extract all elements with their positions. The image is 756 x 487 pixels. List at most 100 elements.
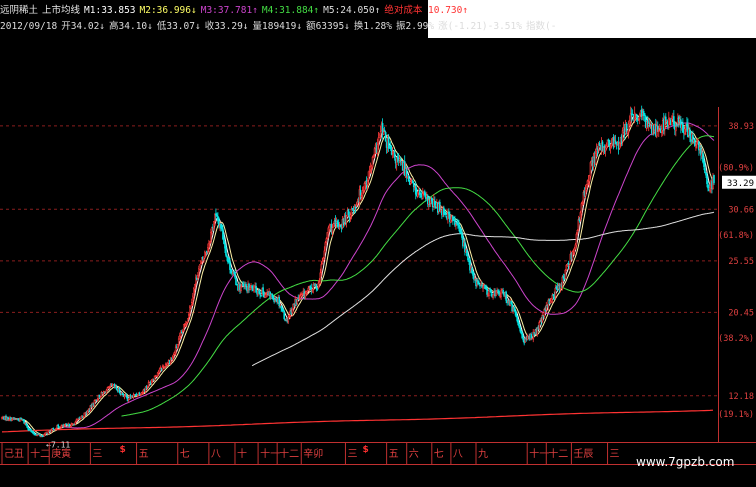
candle[interactable] bbox=[518, 322, 520, 329]
candle[interactable] bbox=[568, 264, 571, 270]
candle[interactable] bbox=[205, 252, 207, 257]
candle[interactable] bbox=[576, 229, 579, 236]
candle[interactable] bbox=[199, 264, 201, 271]
candle[interactable] bbox=[291, 308, 294, 317]
candle[interactable] bbox=[317, 280, 320, 290]
candle[interactable] bbox=[163, 366, 166, 370]
candle[interactable] bbox=[696, 137, 698, 149]
candle[interactable] bbox=[421, 187, 424, 200]
candle[interactable] bbox=[301, 293, 304, 298]
candle[interactable] bbox=[498, 289, 500, 297]
candle[interactable] bbox=[371, 155, 374, 169]
candle[interactable] bbox=[629, 106, 632, 128]
candle[interactable] bbox=[387, 133, 390, 152]
candle[interactable] bbox=[113, 383, 116, 389]
candle[interactable] bbox=[517, 319, 519, 326]
candle[interactable] bbox=[147, 380, 150, 387]
candle[interactable] bbox=[260, 294, 262, 298]
candle[interactable] bbox=[647, 117, 650, 132]
candle[interactable] bbox=[361, 186, 364, 200]
candle[interactable] bbox=[334, 215, 337, 228]
candle[interactable] bbox=[118, 387, 121, 394]
candle[interactable] bbox=[186, 318, 189, 324]
candle[interactable] bbox=[554, 284, 557, 300]
candle[interactable] bbox=[462, 235, 464, 249]
candle[interactable] bbox=[545, 301, 548, 313]
candle[interactable] bbox=[552, 293, 555, 300]
candle[interactable] bbox=[598, 140, 601, 146]
candle[interactable] bbox=[182, 324, 185, 332]
candle[interactable] bbox=[383, 126, 386, 132]
candle[interactable] bbox=[447, 208, 449, 224]
candle[interactable] bbox=[478, 280, 480, 285]
candle[interactable] bbox=[115, 384, 118, 391]
candle[interactable] bbox=[215, 208, 217, 220]
candle[interactable] bbox=[405, 166, 408, 182]
candle[interactable] bbox=[694, 137, 696, 147]
candle[interactable] bbox=[390, 144, 393, 156]
candle[interactable] bbox=[282, 308, 284, 312]
candle[interactable] bbox=[521, 331, 523, 339]
candle[interactable] bbox=[564, 269, 567, 280]
candle[interactable] bbox=[311, 288, 314, 293]
candle[interactable] bbox=[675, 121, 677, 137]
candle[interactable] bbox=[541, 311, 544, 323]
candle[interactable] bbox=[176, 344, 179, 350]
candle[interactable] bbox=[358, 185, 361, 207]
candle[interactable] bbox=[682, 118, 684, 133]
candle[interactable] bbox=[225, 244, 227, 258]
candle[interactable] bbox=[223, 234, 225, 245]
candle[interactable] bbox=[664, 113, 667, 125]
candle[interactable] bbox=[414, 181, 417, 200]
candle[interactable] bbox=[23, 418, 25, 424]
candle[interactable] bbox=[532, 328, 535, 343]
candle[interactable] bbox=[222, 224, 224, 241]
candle[interactable] bbox=[713, 174, 715, 185]
candle[interactable] bbox=[411, 179, 414, 184]
candle[interactable] bbox=[100, 390, 103, 398]
candle[interactable] bbox=[492, 294, 494, 300]
candle[interactable] bbox=[443, 205, 445, 218]
candlestick-series[interactable]: ←7.11 bbox=[1, 105, 715, 450]
candle[interactable] bbox=[678, 115, 680, 128]
candle[interactable] bbox=[209, 241, 211, 248]
candle[interactable] bbox=[427, 198, 430, 210]
candle[interactable] bbox=[312, 282, 315, 294]
candle[interactable] bbox=[328, 223, 331, 233]
candle[interactable] bbox=[648, 119, 651, 128]
candle[interactable] bbox=[585, 184, 588, 193]
candle[interactable] bbox=[395, 157, 398, 171]
candle[interactable] bbox=[638, 112, 641, 125]
candle[interactable] bbox=[174, 344, 177, 356]
candle[interactable] bbox=[384, 131, 387, 142]
candle[interactable] bbox=[169, 357, 172, 365]
candle[interactable] bbox=[142, 388, 145, 395]
candle[interactable] bbox=[367, 171, 370, 185]
candle[interactable] bbox=[306, 290, 309, 295]
candle[interactable] bbox=[407, 175, 410, 182]
candle[interactable] bbox=[255, 282, 257, 294]
candle[interactable] bbox=[381, 118, 384, 140]
kline-chart[interactable]: ←7.11 38.93 (80.9%) 30.66 (61.8%) 25.55 20.45… bbox=[0, 0, 756, 487]
candle[interactable] bbox=[274, 296, 276, 303]
candle[interactable] bbox=[575, 232, 578, 248]
candle[interactable] bbox=[700, 145, 702, 161]
candle[interactable] bbox=[382, 128, 385, 136]
candle[interactable] bbox=[409, 178, 412, 186]
candle[interactable] bbox=[588, 174, 591, 188]
candle[interactable] bbox=[218, 216, 220, 229]
candle[interactable] bbox=[580, 201, 583, 218]
candle[interactable] bbox=[195, 274, 197, 288]
candle[interactable] bbox=[236, 284, 238, 286]
candle[interactable] bbox=[204, 250, 206, 259]
candle[interactable] bbox=[47, 431, 49, 435]
candle[interactable] bbox=[466, 249, 468, 257]
candle[interactable] bbox=[136, 395, 139, 398]
candle[interactable] bbox=[464, 238, 466, 256]
candle[interactable] bbox=[315, 283, 318, 292]
candle[interactable] bbox=[161, 364, 164, 371]
candle[interactable] bbox=[189, 305, 192, 310]
candle[interactable] bbox=[347, 208, 350, 217]
candle[interactable] bbox=[194, 283, 196, 294]
candle[interactable] bbox=[488, 288, 490, 300]
